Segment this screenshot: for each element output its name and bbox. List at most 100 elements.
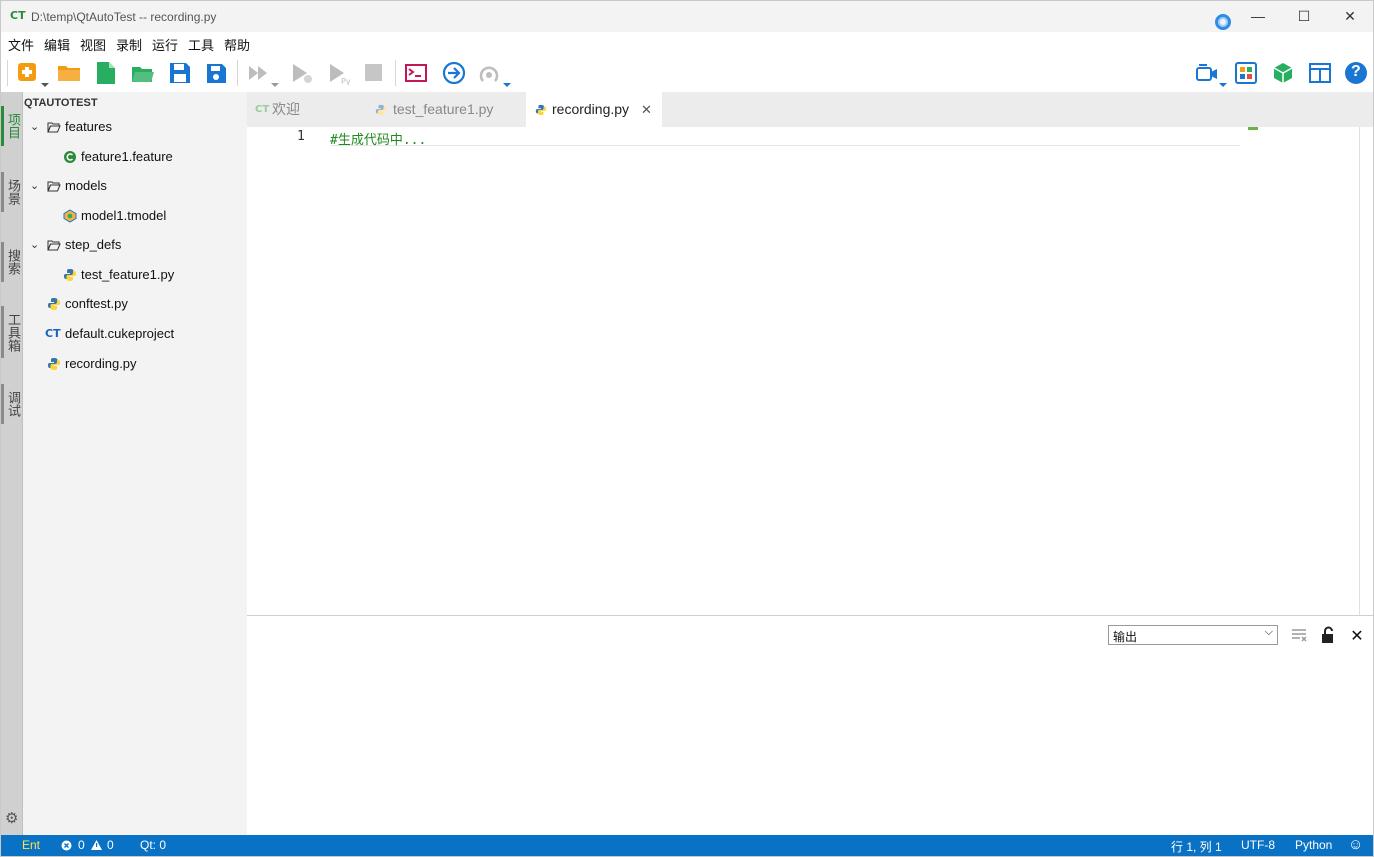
output-channel-value: 输出 [1113, 630, 1138, 644]
app-window: CT D:\temp\QtAutoTest -- recording.py — … [0, 0, 1374, 857]
layout-grid-icon[interactable] [1234, 61, 1258, 85]
mode-indicator[interactable]: Ent [22, 838, 40, 852]
chevron-down-icon [1219, 83, 1227, 87]
window-title: D:\temp\QtAutoTest -- recording.py [31, 10, 217, 24]
activity-tab-search[interactable]: 搜索 [1, 242, 23, 282]
app-logo-icon: CT [10, 9, 26, 22]
code-line[interactable]: #生成代码中... [330, 129, 1240, 148]
python-file-icon [535, 104, 547, 116]
model-file-icon [63, 209, 77, 223]
go-icon[interactable] [442, 61, 466, 85]
toolbar-separator [7, 60, 8, 86]
title-bar: CT D:\temp\QtAutoTest -- recording.py — … [1, 1, 1373, 32]
chevron-down-icon[interactable]: ⌄ [30, 113, 39, 141]
open-folder-icon[interactable] [57, 61, 81, 85]
tree-item-folder[interactable]: ⌄ features [23, 113, 247, 141]
tree-item-folder[interactable]: ⌄ models [23, 172, 247, 200]
help-icon[interactable]: ? [1344, 61, 1368, 85]
tab-recording[interactable]: recording.py ✕ [526, 92, 662, 127]
python-file-icon [375, 104, 387, 116]
run-all-icon[interactable] [247, 61, 279, 87]
help-label: ? [1351, 63, 1361, 80]
file-encoding[interactable]: UTF-8 [1241, 838, 1275, 852]
close-panel-icon[interactable]: ✕ [1348, 626, 1366, 645]
toolbar-separator [237, 60, 238, 86]
tree-item-file[interactable]: conftest.py [23, 290, 247, 318]
activity-tab-project[interactable]: 项目 [1, 106, 23, 146]
feature-file-icon [64, 151, 76, 163]
save-icon[interactable] [168, 61, 192, 85]
menu-view[interactable]: 视图 [80, 35, 106, 54]
close-window-button[interactable]: ✕ [1327, 1, 1373, 32]
toolbar: Py ? [1, 54, 1373, 92]
python-file-icon [48, 298, 60, 310]
activity-bar: 项目 场景 搜索 工具箱 调试 ⚙ [1, 92, 23, 835]
editor-scrollbar[interactable] [1359, 127, 1360, 615]
tab-label: 欢迎 [272, 101, 300, 117]
panel-layout-icon[interactable] [1308, 61, 1332, 85]
new-icon[interactable] [17, 61, 49, 87]
chevron-down-icon[interactable]: ⌄ [30, 172, 39, 200]
tree-item-label: feature1.feature [81, 149, 173, 164]
error-count[interactable]: 0 [78, 838, 85, 852]
output-channel-select[interactable]: 输出 ⌵ [1108, 625, 1278, 645]
feedback-icon[interactable]: ☺ [1348, 836, 1363, 853]
tree-item-label: features [65, 119, 112, 134]
menu-edit[interactable]: 编辑 [44, 35, 70, 54]
tree-item-file[interactable]: feature1.feature [23, 143, 247, 171]
chevron-down-icon[interactable]: ⌄ [30, 231, 39, 259]
menu-bar: 文件 编辑 视图 录制 运行 工具 帮助 [1, 32, 1373, 54]
menu-run[interactable]: 运行 [152, 35, 178, 54]
tree-item-file[interactable]: recording.py [23, 350, 247, 378]
warning-count[interactable]: 0 [107, 838, 114, 852]
tab-label: test_feature1.py [393, 101, 494, 117]
project-header: QTAUTOTEST [24, 97, 98, 109]
activity-tab-toolbox[interactable]: 工具箱 [1, 306, 23, 358]
save-all-icon[interactable] [204, 61, 228, 85]
tab-test-feature1[interactable]: test_feature1.py [367, 92, 526, 127]
code-editor[interactable]: 1 #生成代码中... [247, 127, 1373, 615]
menu-tools[interactable]: 工具 [188, 35, 214, 54]
maximize-button[interactable]: ☐ [1281, 1, 1327, 32]
cursor-position[interactable]: 行 1, 列 1 [1171, 838, 1222, 855]
menu-record[interactable]: 录制 [116, 35, 142, 54]
tree-item-file[interactable]: CT default.cukeproject [23, 320, 247, 348]
stop-icon[interactable] [362, 61, 386, 85]
tree-item-file[interactable]: test_feature1.py [23, 261, 247, 289]
close-tab-icon[interactable]: ✕ [641, 92, 652, 127]
menu-file[interactable]: 文件 [8, 35, 34, 54]
project-explorer: QTAUTOTEST ⌄ features feature1.feature ⌄… [23, 92, 247, 835]
tree-item-folder[interactable]: ⌄ step_defs [23, 231, 247, 259]
cube-icon[interactable] [1271, 61, 1295, 85]
tree-item-label: conftest.py [65, 296, 128, 311]
clear-output-icon[interactable] [1290, 626, 1308, 644]
run-python-icon[interactable]: Py [327, 61, 351, 86]
run-scenario-icon[interactable] [290, 61, 314, 85]
unlock-icon[interactable] [1319, 626, 1337, 644]
settings-icon[interactable]: ⚙ [5, 809, 18, 827]
minimize-button[interactable]: — [1235, 1, 1281, 32]
tree-item-label: recording.py [65, 356, 137, 371]
activity-tab-scenario[interactable]: 场景 [1, 172, 23, 212]
language-mode[interactable]: Python [1295, 838, 1332, 852]
tab-welcome[interactable]: CT 欢迎 [247, 92, 367, 127]
terminal-icon[interactable] [404, 61, 428, 85]
editor-tab-bar: CT 欢迎 test_feature1.py recording.py ✕ [247, 92, 1373, 127]
folder-open-icon [47, 122, 61, 133]
record-video-icon[interactable] [1195, 61, 1227, 87]
open-file-icon[interactable] [131, 61, 155, 85]
activity-tab-debug[interactable]: 调试 [1, 384, 23, 424]
tree-item-file[interactable]: model1.tmodel [23, 202, 247, 230]
line-number: 1 [297, 129, 305, 144]
record-icon[interactable] [479, 61, 511, 87]
qt-count[interactable]: Qt: 0 [140, 838, 166, 852]
tree-item-label: models [65, 178, 107, 193]
tree-item-label: step_defs [65, 237, 122, 252]
svg-text:Py: Py [341, 77, 351, 85]
status-bar: Ent 0 0 Qt: 0 行 1, 列 1 UTF-8 Python ☺ [1, 835, 1373, 856]
menu-help[interactable]: 帮助 [224, 35, 250, 54]
python-file-icon [64, 269, 76, 281]
chevron-down-icon [41, 83, 49, 87]
new-file-icon[interactable] [94, 61, 118, 85]
minimap-marker [1248, 127, 1258, 130]
